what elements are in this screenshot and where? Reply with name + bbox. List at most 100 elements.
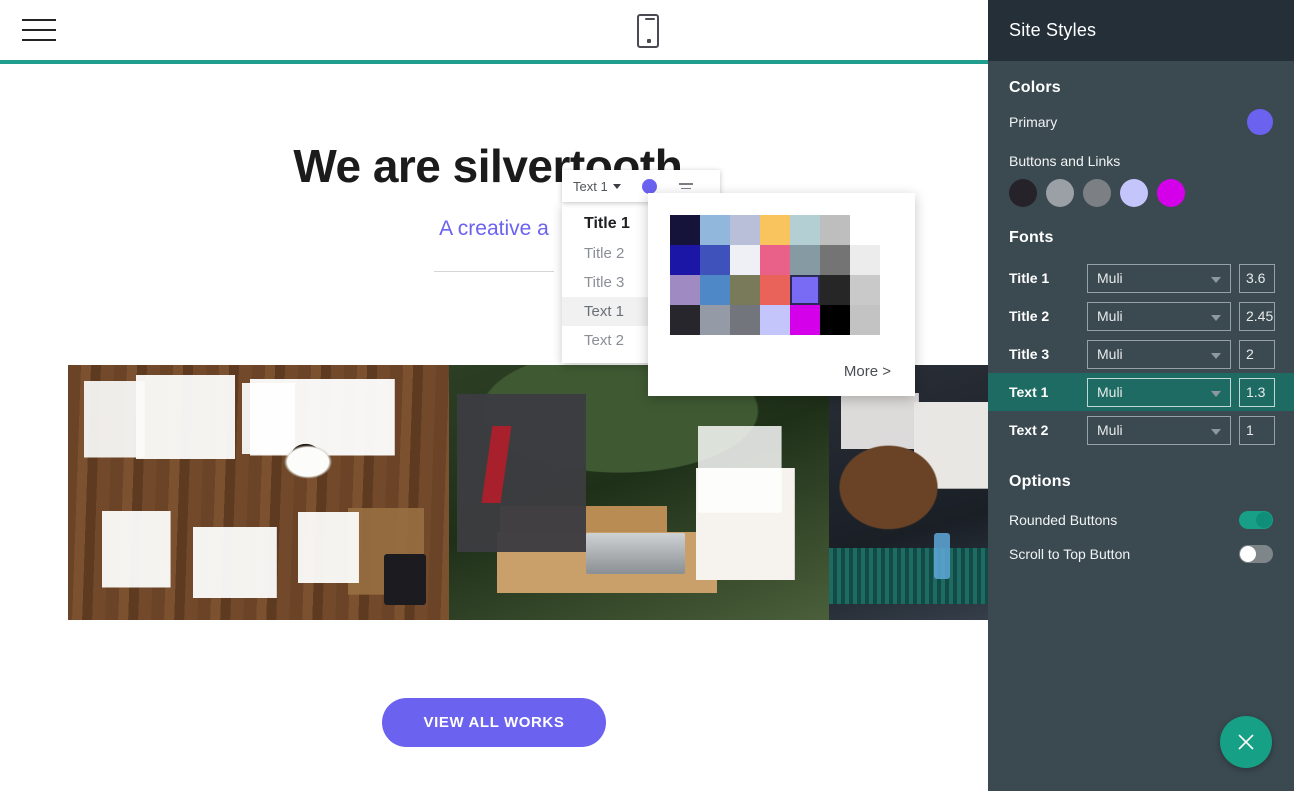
gallery-item[interactable] <box>68 365 449 620</box>
app-root: We are silvertooth. A creative a VIEW AL… <box>0 0 1294 791</box>
font-row-label: Text 2 <box>1009 422 1049 438</box>
site-styles-panel: Site Styles Colors Primary Buttons and L… <box>988 0 1294 791</box>
text-align-icon[interactable] <box>678 180 695 192</box>
color-swatch[interactable] <box>760 305 790 335</box>
font-size-input[interactable]: 2 <box>1239 339 1275 369</box>
view-all-works-button[interactable]: VIEW ALL WORKS <box>381 698 607 747</box>
color-swatch[interactable] <box>670 215 700 245</box>
color-swatch[interactable] <box>730 215 760 245</box>
font-size-input[interactable]: 1 <box>1239 415 1275 445</box>
color-swatch[interactable] <box>730 305 760 335</box>
font-family-value: Muli <box>1097 422 1123 438</box>
color-swatch[interactable] <box>790 305 820 335</box>
font-family-value: Muli <box>1097 270 1123 286</box>
color-swatch[interactable] <box>850 305 880 335</box>
font-size-input[interactable]: 2.45 <box>1239 301 1275 331</box>
fonts-section-title: Fonts <box>1009 229 1054 246</box>
rounded-buttons-row: Rounded Buttons <box>1009 503 1273 537</box>
button-link-color-swatch[interactable] <box>1083 179 1111 207</box>
audience-photo <box>829 365 988 620</box>
buttons-links-label: Buttons and Links <box>1009 153 1121 169</box>
color-swatch[interactable] <box>820 245 850 275</box>
chevron-down-icon <box>1211 428 1221 435</box>
options-section-title: Options <box>1009 473 1071 490</box>
chevron-down-icon <box>1211 390 1221 397</box>
color-swatch[interactable] <box>760 245 790 275</box>
page-title[interactable]: We are silvertooth. <box>0 142 988 191</box>
website-preview-canvas: We are silvertooth. A creative a VIEW AL… <box>0 0 988 791</box>
font-family-value: Muli <box>1097 384 1123 400</box>
color-swatch[interactable] <box>700 245 730 275</box>
color-swatch[interactable] <box>670 305 700 335</box>
color-swatch[interactable] <box>820 305 850 335</box>
color-swatch[interactable] <box>700 305 730 335</box>
font-row-text-2: Text 2 Muli 1 <box>988 411 1294 449</box>
font-family-select[interactable]: Muli <box>1087 377 1231 407</box>
color-swatch[interactable] <box>850 245 880 275</box>
font-size-input[interactable]: 1.3 <box>1239 377 1275 407</box>
text-color-icon[interactable] <box>641 178 657 194</box>
color-swatch[interactable] <box>790 245 820 275</box>
close-panel-button[interactable] <box>1220 716 1272 768</box>
text-style-dropdown[interactable]: Text 1 <box>562 179 621 194</box>
buttons-links-swatches <box>1009 179 1273 207</box>
colors-section-title: Colors <box>1009 79 1061 96</box>
font-family-value: Muli <box>1097 346 1123 362</box>
image-gallery <box>68 365 988 620</box>
more-colors-link[interactable]: More > <box>844 363 891 380</box>
color-swatch-grid <box>670 215 880 335</box>
color-swatch[interactable] <box>760 215 790 245</box>
rounded-buttons-toggle[interactable] <box>1239 511 1273 529</box>
desk-flatlay-photo <box>68 365 449 620</box>
color-swatch[interactable] <box>790 275 820 305</box>
chevron-down-icon <box>1211 276 1221 283</box>
color-swatch[interactable] <box>850 215 880 245</box>
outdoor-meeting-photo <box>449 365 829 620</box>
mobile-preview-icon[interactable] <box>637 14 659 48</box>
color-swatch[interactable] <box>670 245 700 275</box>
close-icon <box>1238 734 1254 750</box>
button-link-color-swatch[interactable] <box>1157 179 1185 207</box>
color-swatch[interactable] <box>850 275 880 305</box>
scroll-to-top-label: Scroll to Top Button <box>1009 546 1131 562</box>
color-swatch[interactable] <box>790 215 820 245</box>
color-swatch[interactable] <box>820 215 850 245</box>
font-rows-container: Title 1 Muli 3.6 Title 2 Muli 2.45 Title 3 Muli… <box>988 259 1294 449</box>
color-swatch[interactable] <box>730 245 760 275</box>
gallery-item[interactable] <box>829 365 988 620</box>
font-family-select[interactable]: Muli <box>1087 263 1231 293</box>
scroll-to-top-row: Scroll to Top Button <box>1009 537 1273 571</box>
font-family-select[interactable]: Muli <box>1087 339 1231 369</box>
font-family-select[interactable]: Muli <box>1087 301 1231 331</box>
color-swatch[interactable] <box>700 215 730 245</box>
gallery-item[interactable] <box>449 365 829 620</box>
color-swatch[interactable] <box>700 275 730 305</box>
panel-header: Site Styles <box>988 0 1294 61</box>
font-family-select[interactable]: Muli <box>1087 415 1231 445</box>
font-row-label: Text 1 <box>1009 384 1049 400</box>
font-row-title-2: Title 2 Muli 2.45 <box>988 297 1294 335</box>
rounded-buttons-label: Rounded Buttons <box>1009 512 1118 528</box>
chevron-down-icon <box>1211 314 1221 321</box>
font-size-input[interactable]: 3.6 <box>1239 263 1275 293</box>
button-link-color-swatch[interactable] <box>1009 179 1037 207</box>
primary-color-label: Primary <box>1009 114 1058 130</box>
button-link-color-swatch[interactable] <box>1046 179 1074 207</box>
primary-color-swatch[interactable] <box>1247 109 1273 135</box>
panel-title: Site Styles <box>1009 20 1097 40</box>
hamburger-menu-icon[interactable] <box>22 16 56 44</box>
chevron-down-icon <box>612 183 621 189</box>
color-swatch[interactable] <box>730 275 760 305</box>
hero-divider <box>434 271 554 273</box>
scroll-to-top-toggle[interactable] <box>1239 545 1273 563</box>
color-swatch[interactable] <box>670 275 700 305</box>
chevron-down-icon <box>1211 352 1221 359</box>
font-row-title-1: Title 1 Muli 3.6 <box>988 259 1294 297</box>
button-link-color-swatch[interactable] <box>1120 179 1148 207</box>
cta-container: VIEW ALL WORKS <box>0 698 988 747</box>
color-swatch[interactable] <box>820 275 850 305</box>
color-swatch[interactable] <box>760 275 790 305</box>
font-row-title-3: Title 3 Muli 2 <box>988 335 1294 373</box>
font-row-text-1: Text 1 Muli 1.3 <box>988 373 1294 411</box>
color-picker-popover: More > <box>648 193 915 396</box>
